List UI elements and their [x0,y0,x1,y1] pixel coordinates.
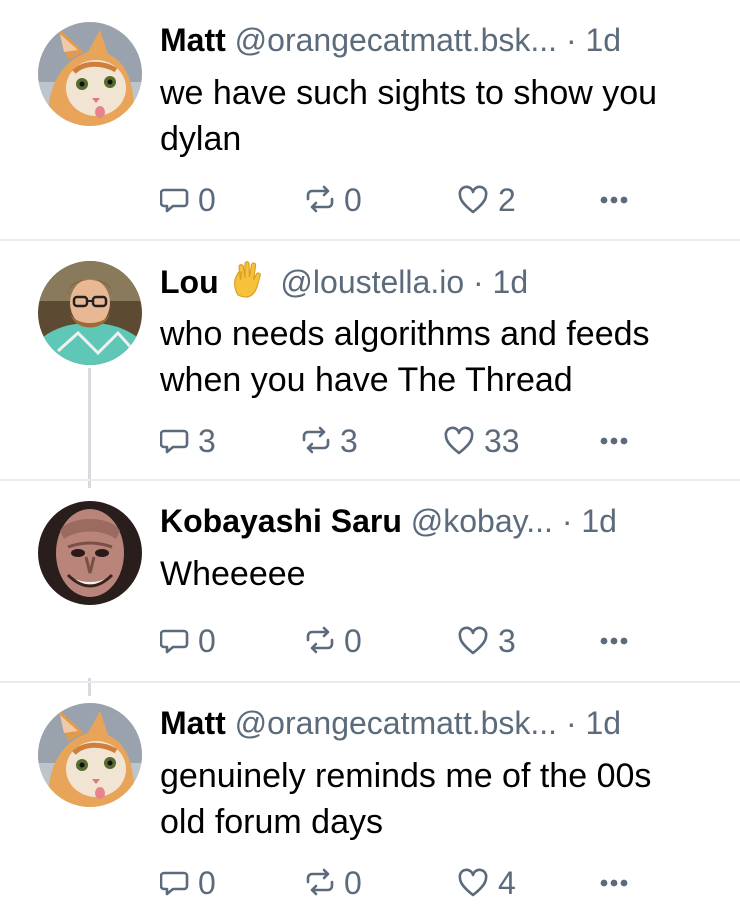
author-handle[interactable]: @orangecatmatt.bsk... [235,22,557,58]
repost-count: 0 [344,181,362,218]
person-glasses-avatar [38,261,142,365]
avatar[interactable] [38,501,142,605]
post-time[interactable]: · 1d [473,264,528,300]
post-header: Matt @orangecatmatt.bsk... · 1d [160,20,720,60]
heart-icon [458,626,488,655]
post-header: Kobayashi Saru @kobay... · 1d [160,501,720,541]
post-text: who needs algorithms and feeds when you … [160,311,710,403]
repost-button[interactable]: 0 [302,621,362,661]
author-handle[interactable]: @orangecatmatt.bsk... [235,705,557,741]
post[interactable]: Kobayashi Saru @kobay... · 1d Wheeeee 0 … [0,481,740,681]
post-header: Lou @loustella.io · 1d [160,261,720,302]
post-text: we have such sights to show you dylan [160,70,710,162]
author-name[interactable]: Kobayashi Saru [160,503,402,539]
repost-icon [306,626,334,654]
post-text-line: dylan [160,120,242,158]
ellipsis-icon [600,196,628,204]
like-button[interactable]: 3 [458,621,516,661]
reply-count: 0 [198,864,216,901]
like-count: 3 [498,622,516,659]
repost-count: 0 [344,622,362,659]
ellipsis-icon [600,437,628,445]
post-time[interactable]: · 1d [562,503,617,539]
alien-face-avatar [38,501,142,605]
ellipsis-icon [600,637,628,645]
author-handle[interactable]: @loustella.io [280,264,464,300]
repost-button[interactable]: 0 [302,863,362,903]
repost-icon [306,185,334,213]
post-text-line: when you have The Thread [160,361,573,399]
post-time[interactable]: · 1d [566,22,621,58]
ellipsis-icon [600,879,628,887]
post-text-line: who needs algorithms and feeds [160,315,650,353]
repost-button[interactable]: 3 [298,421,358,461]
avatar[interactable] [38,261,142,365]
post-actions: 0 0 3 [160,621,720,661]
reply-icon [160,629,189,654]
author-name[interactable]: Lou [160,264,219,300]
avatar[interactable] [38,22,142,126]
repost-count: 3 [340,422,358,459]
vulcan-salute-icon [233,261,261,298]
avatar[interactable] [38,703,142,807]
more-options-button[interactable] [600,180,630,220]
post-time[interactable]: · 1d [566,705,621,741]
reply-icon [160,429,189,454]
more-options-button[interactable] [600,421,630,461]
repost-icon [302,426,330,454]
more-options-button[interactable] [600,863,630,903]
author-name[interactable]: Matt [160,22,226,58]
post[interactable]: Matt @orangecatmatt.bsk... · 1d we have … [0,0,740,240]
author-name[interactable]: Matt [160,705,226,741]
post-text-line: genuinely reminds me of the 00s [160,757,652,795]
post-text: Wheeeee [160,551,710,597]
author-handle[interactable]: @kobay... [411,503,553,539]
more-options-button[interactable] [600,621,630,661]
reply-button[interactable]: 0 [160,863,216,903]
post[interactable]: Lou @loustella.io · 1d who needs algorit… [0,241,740,479]
post-actions: 3 3 33 [160,421,720,461]
like-count: 2 [498,181,516,218]
post-header: Matt @orangecatmatt.bsk... · 1d [160,703,720,743]
reply-count: 3 [198,422,216,459]
heart-icon [444,426,474,455]
heart-icon [458,868,488,897]
reply-count: 0 [198,622,216,659]
like-button[interactable]: 2 [458,180,516,220]
like-count: 33 [484,422,520,459]
orange-cat-avatar [38,703,142,807]
post[interactable]: Matt @orangecatmatt.bsk... · 1d genuinel… [0,683,740,914]
like-count: 4 [498,864,516,901]
repost-button[interactable]: 0 [302,180,362,220]
reply-button[interactable]: 0 [160,621,216,661]
repost-count: 0 [344,864,362,901]
reply-button[interactable]: 3 [160,421,216,461]
post-text-line: old forum days [160,803,383,841]
reply-button[interactable]: 0 [160,180,216,220]
reply-count: 0 [198,181,216,218]
post-text-line: we have such sights to show you [160,74,658,112]
orange-cat-avatar [38,22,142,126]
like-button[interactable]: 4 [458,863,516,903]
heart-icon [458,185,488,214]
post-actions: 0 0 4 [160,863,720,903]
post-text: genuinely reminds me of the 00s old foru… [160,753,710,845]
post-text-line: Wheeeee [160,555,306,593]
reply-icon [160,188,189,213]
post-actions: 0 0 2 [160,180,720,220]
repost-icon [306,868,334,896]
reply-icon [160,871,189,896]
like-button[interactable]: 33 [444,421,520,461]
